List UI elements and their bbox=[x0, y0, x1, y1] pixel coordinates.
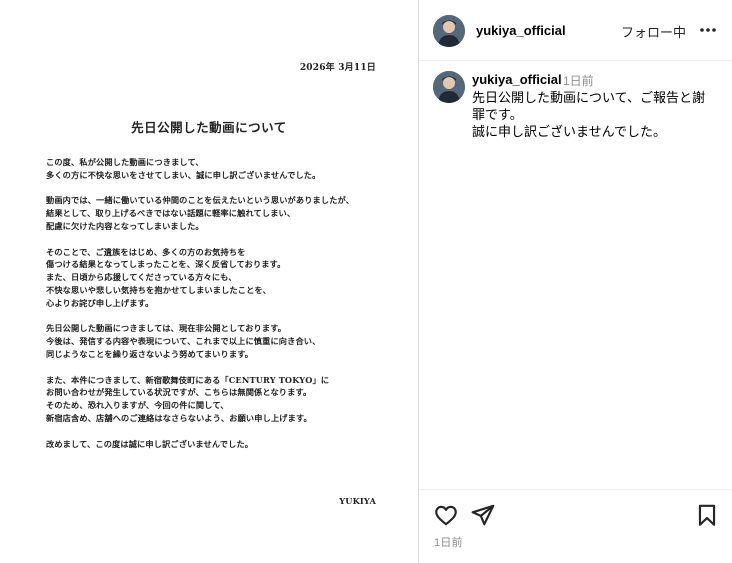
letter-paragraph: 動画内では、一緒に働いている仲間のことを伝えたいという思いがありましたが、 結果… bbox=[46, 194, 386, 232]
paper-plane-icon[interactable] bbox=[470, 502, 496, 528]
letter-line: 多くの方に不快な思いをさせてしまい、誠に申し訳ございませんでした。 bbox=[46, 169, 321, 180]
caption-line: 誠に申し訳ございませんでした。 bbox=[472, 124, 666, 139]
letter-line: 結果として、取り上げるべきではない話題に軽率に触れてしまい、 bbox=[46, 208, 296, 219]
post-side-panel: yukiya_official フォロー中 yukiya_official 1日… bbox=[419, 0, 732, 563]
letter-line: また、日頃から応援してくださっている方々にも、 bbox=[46, 272, 237, 283]
letter-line: お問い合わせが発生している状況ですが、こちらは無関係となります。 bbox=[46, 387, 312, 398]
letter-paragraph: また、本件につきまして、新宿歌舞伎町にある「CENTURY TOKYO」に お問… bbox=[46, 374, 386, 425]
post-timestamp[interactable]: 1日前 bbox=[434, 534, 463, 550]
avatar[interactable] bbox=[433, 71, 465, 103]
letter-heading: 先日公開した動画について bbox=[131, 120, 287, 135]
caption-timestamp[interactable]: 1日前 bbox=[563, 72, 594, 89]
post-image: 2026年 3月11日 先日公開した動画について この度、私が公開した動画につき… bbox=[0, 0, 418, 563]
letter-line: 配慮に欠けた内容となってしまいました。 bbox=[46, 220, 204, 231]
bookmark-icon[interactable] bbox=[694, 502, 720, 528]
letter-line: 新宿店含め、店舗へのご連絡はなさらないよう、お願い申し上げます。 bbox=[46, 412, 312, 423]
more-horizontal-icon[interactable] bbox=[698, 22, 718, 38]
letter-signature: YUKIYA bbox=[339, 496, 376, 506]
letter-line: そのことで、ご遺族をはじめ、多くの方のお気持ちを bbox=[46, 246, 246, 257]
header-username[interactable]: yukiya_official bbox=[476, 23, 566, 38]
post-viewer: 2026年 3月11日 先日公開した動画について この度、私が公開した動画につき… bbox=[0, 0, 732, 563]
letter-line: 先日公開した動画につきましては、現在非公開としております。 bbox=[46, 323, 287, 334]
avatar[interactable] bbox=[433, 15, 465, 47]
following-button[interactable]: フォロー中 bbox=[621, 22, 686, 41]
letter-paragraph: そのことで、ご遺族をはじめ、多くの方のお気持ちを 傷つける結果となってしまったこ… bbox=[46, 246, 386, 310]
caption-username[interactable]: yukiya_official bbox=[472, 72, 562, 87]
letter-line: 動画内では、一緒に働いている仲間のことを伝えたいという思いがありましたが、 bbox=[46, 195, 355, 206]
letter-line: 今後は、発信する内容や表現について、これまで以上に慎重に向き合い、 bbox=[46, 336, 321, 347]
caption-line: 罪です。 bbox=[472, 107, 523, 122]
letter-line: 不快な思いや悲しい気持ちを抱かせてしまいましたことを、 bbox=[46, 284, 272, 295]
letter-line: 同じようなことを繰り返さないよう努めてまいります。 bbox=[46, 348, 254, 359]
caption-text: 先日公開した動画について、ご報告と謝 罪です。 誠に申し訳ございませんでした。 bbox=[472, 89, 722, 140]
avatar-image bbox=[433, 15, 465, 47]
letter-paragraph: この度、私が公開した動画につきまして、 多くの方に不快な思いをさせてしまい、誠に… bbox=[46, 156, 386, 182]
letter-line: この度、私が公開した動画につきまして、 bbox=[46, 157, 204, 167]
letter-line: 心よりお詫び申し上げます。 bbox=[46, 297, 154, 308]
letter-line: 傷つける結果となってしまったことを、深く反省しております。 bbox=[46, 259, 286, 270]
letter-date: 2026年 3月11日 bbox=[299, 63, 376, 73]
caption-line: 先日公開した動画について、ご報告と謝 bbox=[472, 90, 705, 105]
letter-body: この度、私が公開した動画につきまして、 多くの方に不快な思いをさせてしまい、誠に… bbox=[46, 156, 386, 463]
letter-line: 改めまして、この度は誠に申し訳ございませんでした。 bbox=[46, 438, 254, 449]
letter-line: そのため、恐れ入りますが、今回の件に関して、 bbox=[46, 400, 229, 411]
avatar-image bbox=[433, 71, 465, 103]
post-header: yukiya_official フォロー中 bbox=[419, 0, 732, 61]
letter-paragraph: 先日公開した動画につきましては、現在非公開としております。 今後は、発信する内容… bbox=[46, 322, 386, 360]
letter-line: また、本件につきまして、新宿歌舞伎町にある「CENTURY TOKYO」に bbox=[46, 374, 330, 385]
letter-paragraph: 改めまして、この度は誠に申し訳ございませんでした。 bbox=[46, 438, 386, 451]
actions-divider bbox=[419, 489, 732, 490]
heart-icon[interactable] bbox=[433, 502, 459, 528]
